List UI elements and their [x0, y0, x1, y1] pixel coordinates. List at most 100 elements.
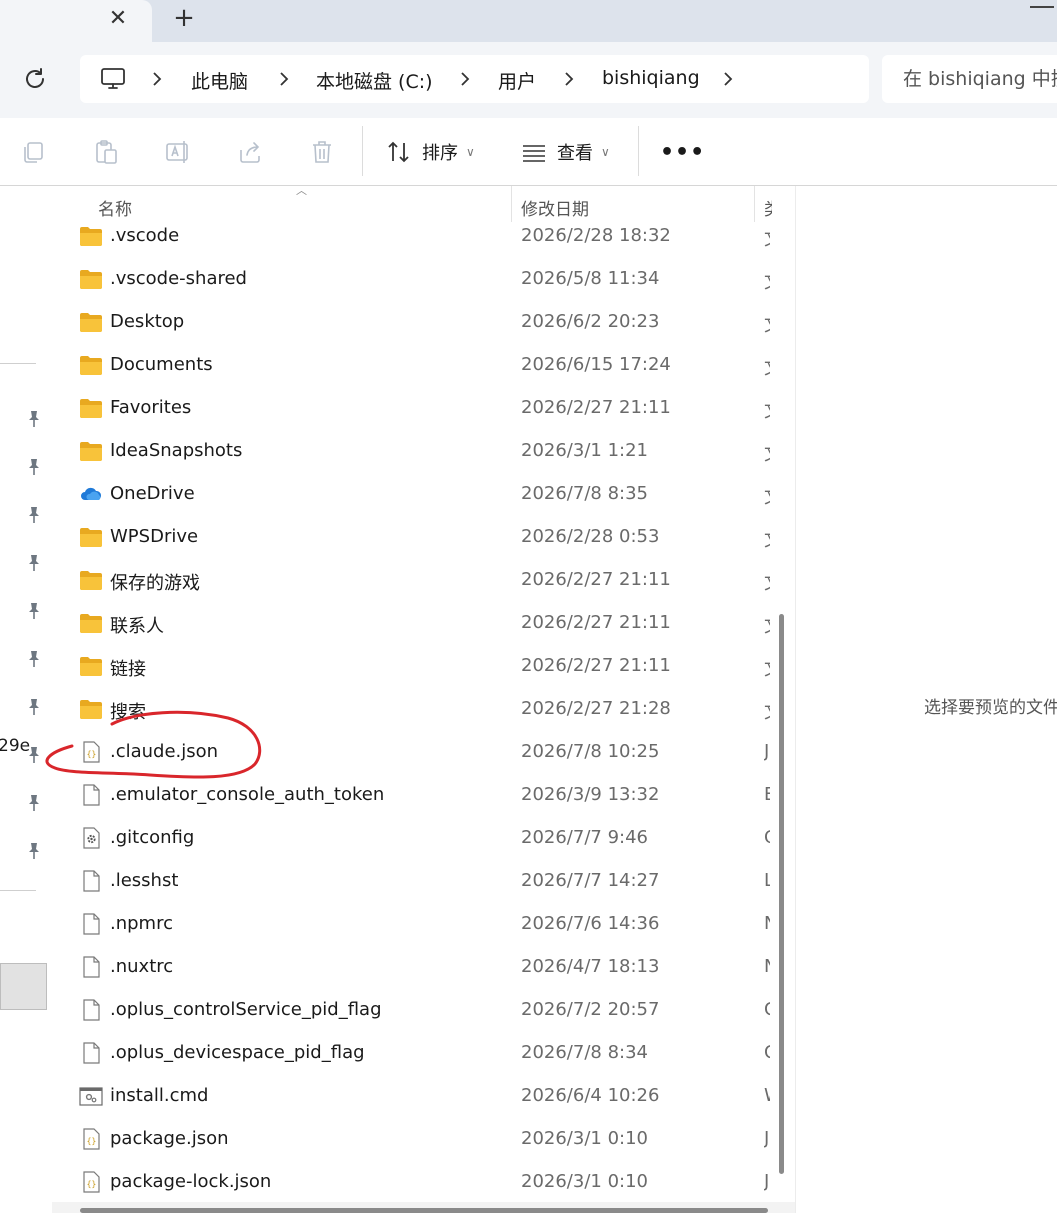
script-file-icon: [79, 1087, 103, 1106]
horizontal-scrollbar[interactable]: [80, 1208, 768, 1213]
address-bar[interactable]: 此电脑 本地磁盘 (C:) 用户 bishiqiang: [80, 55, 869, 103]
file-name: .oplus_controlService_pid_flag: [110, 999, 382, 1020]
nav-item-selected[interactable]: [0, 963, 47, 1010]
pin-icon[interactable]: [26, 650, 42, 668]
paste-icon[interactable]: [92, 138, 120, 166]
pin-icon[interactable]: [26, 554, 42, 572]
vertical-scrollbar[interactable]: [779, 614, 784, 1174]
file-name: .vscode-shared: [110, 268, 247, 289]
close-tab-icon[interactable]: ✕: [104, 4, 132, 32]
file-type: 文: [764, 397, 770, 423]
chevron-right-icon[interactable]: [721, 69, 735, 89]
file-type: 文: [764, 655, 770, 681]
file-row[interactable]: WPSDrive 2026/2/28 0:53 文: [52, 518, 770, 561]
file-row[interactable]: .oplus_devicespace_pid_flag 2026/7/8 8:34…: [52, 1034, 770, 1077]
pin-icon[interactable]: [26, 506, 42, 524]
preview-pane: 选择要预览的文件: [795, 186, 1057, 1213]
file-type: 文: [764, 483, 770, 509]
file-row[interactable]: 链接 2026/2/27 21:11 文: [52, 647, 770, 690]
file-modified-date: 2026/6/2 20:23: [521, 311, 660, 332]
file-name: package-lock.json: [110, 1171, 272, 1192]
file-type: G: [764, 827, 770, 848]
pin-icon[interactable]: [26, 458, 42, 476]
delete-icon[interactable]: [308, 138, 336, 166]
file-row[interactable]: .nuxtrc 2026/4/7 18:13 N: [52, 948, 770, 991]
file-row[interactable]: install.cmd 2026/6/4 10:26 W: [52, 1077, 770, 1120]
file-row[interactable]: 搜索 2026/2/27 21:28 文: [52, 690, 770, 733]
file-row[interactable]: .npmrc 2026/7/6 14:36 N: [52, 905, 770, 948]
file-type: 文: [764, 354, 770, 380]
file-row[interactable]: {} package-lock.json 2026/3/1 0:10 J: [52, 1163, 769, 1206]
new-tab-button[interactable]: +: [170, 3, 198, 33]
rename-icon[interactable]: [164, 138, 192, 166]
file-type: E: [764, 784, 770, 805]
folder-icon: [80, 700, 102, 719]
file-row[interactable]: Favorites 2026/2/27 21:11 文: [52, 389, 770, 432]
view-button[interactable]: 查看 ∨: [521, 136, 610, 168]
file-row[interactable]: 联系人 2026/2/27 21:11 文: [52, 604, 770, 647]
file-row[interactable]: IdeaSnapshots 2026/3/1 1:21 文: [52, 432, 770, 475]
share-icon[interactable]: [236, 138, 264, 166]
file-row[interactable]: .vscode 2026/2/28 18:32 文: [52, 217, 770, 260]
refresh-icon[interactable]: [20, 64, 50, 94]
chevron-right-icon[interactable]: [277, 69, 291, 89]
search-box[interactable]: [882, 55, 1057, 103]
file-row[interactable]: 保存的游戏 2026/2/27 21:11 文: [52, 561, 770, 604]
minimize-button[interactable]: [1030, 0, 1054, 8]
pin-icon[interactable]: [26, 842, 42, 860]
this-pc-icon[interactable]: [100, 67, 126, 91]
file-name: install.cmd: [110, 1085, 209, 1106]
file-row[interactable]: Desktop 2026/6/2 20:23 文: [52, 303, 770, 346]
file-row[interactable]: {} package.json 2026/3/1 0:10 J: [52, 1120, 769, 1163]
navigation-pane: 29e: [0, 186, 50, 1213]
sort-button[interactable]: 排序 ∨: [386, 136, 475, 168]
file-row[interactable]: OneDrive 2026/7/8 8:35 文: [52, 475, 770, 518]
file-modified-date: 2026/3/1 0:10: [521, 1128, 648, 1149]
more-options-button[interactable]: •••: [660, 140, 705, 165]
file-name: 链接: [110, 659, 146, 680]
nav-divider: [0, 890, 36, 891]
file-row[interactable]: {} .claude.json 2026/7/8 10:25 J: [52, 733, 769, 776]
file-name: OneDrive: [110, 483, 195, 504]
file-row[interactable]: .oplus_controlService_pid_flag 2026/7/2 2…: [52, 991, 770, 1034]
file-modified-date: 2026/2/28 18:32: [521, 225, 671, 246]
file-row[interactable]: Documents 2026/6/15 17:24 文: [52, 346, 770, 389]
breadcrumb-local-disk[interactable]: 本地磁盘 (C:): [316, 67, 433, 94]
breadcrumb-bishiqiang[interactable]: bishiqiang: [602, 67, 700, 89]
pin-icon[interactable]: [26, 602, 42, 620]
file-modified-date: 2026/3/1 1:21: [521, 440, 648, 461]
sort-label: 排序: [422, 143, 458, 164]
nav-item-truncated-label[interactable]: 29e: [0, 736, 30, 756]
file-type: 文: [764, 268, 770, 294]
file-row[interactable]: .emulator_console_auth_token 2026/3/9 13:…: [52, 776, 770, 819]
active-tab[interactable]: ✕: [0, 0, 152, 42]
file-modified-date: 2026/2/27 21:11: [521, 569, 671, 590]
file-modified-date: 2026/6/15 17:24: [521, 354, 671, 375]
breadcrumb-users[interactable]: 用户: [498, 67, 536, 94]
pin-icon[interactable]: [26, 410, 42, 428]
pin-icon[interactable]: [26, 794, 42, 812]
pin-icon[interactable]: [26, 698, 42, 716]
chevron-right-icon[interactable]: [562, 69, 576, 89]
svg-text:{}: {}: [87, 1180, 97, 1189]
breadcrumb-this-pc[interactable]: 此电脑: [191, 67, 248, 94]
json-file-icon: {}: [83, 1128, 100, 1150]
chevron-right-icon[interactable]: [458, 69, 472, 89]
file-name: 联系人: [110, 616, 164, 637]
file-row[interactable]: .gitconfig 2026/7/7 9:46 G: [52, 819, 770, 862]
file-name: .npmrc: [110, 913, 173, 934]
chevron-right-icon[interactable]: [150, 69, 164, 89]
search-input[interactable]: [882, 55, 1057, 103]
file-modified-date: 2026/5/8 11:34: [521, 268, 660, 289]
file-type: 文: [764, 569, 770, 595]
file-row[interactable]: .vscode-shared 2026/5/8 11:34 文: [52, 260, 770, 303]
config-file-icon: [83, 827, 100, 849]
file-name: .claude.json: [110, 741, 219, 762]
file-modified-date: 2026/2/27 21:11: [521, 612, 671, 633]
file-name: .oplus_devicespace_pid_flag: [110, 1042, 365, 1063]
view-list-icon: [523, 145, 545, 162]
svg-text:{}: {}: [87, 750, 97, 759]
file-row[interactable]: .lesshst 2026/7/7 14:27 L: [52, 862, 770, 905]
copy-icon[interactable]: [20, 138, 48, 166]
sort-icon: [388, 141, 409, 163]
